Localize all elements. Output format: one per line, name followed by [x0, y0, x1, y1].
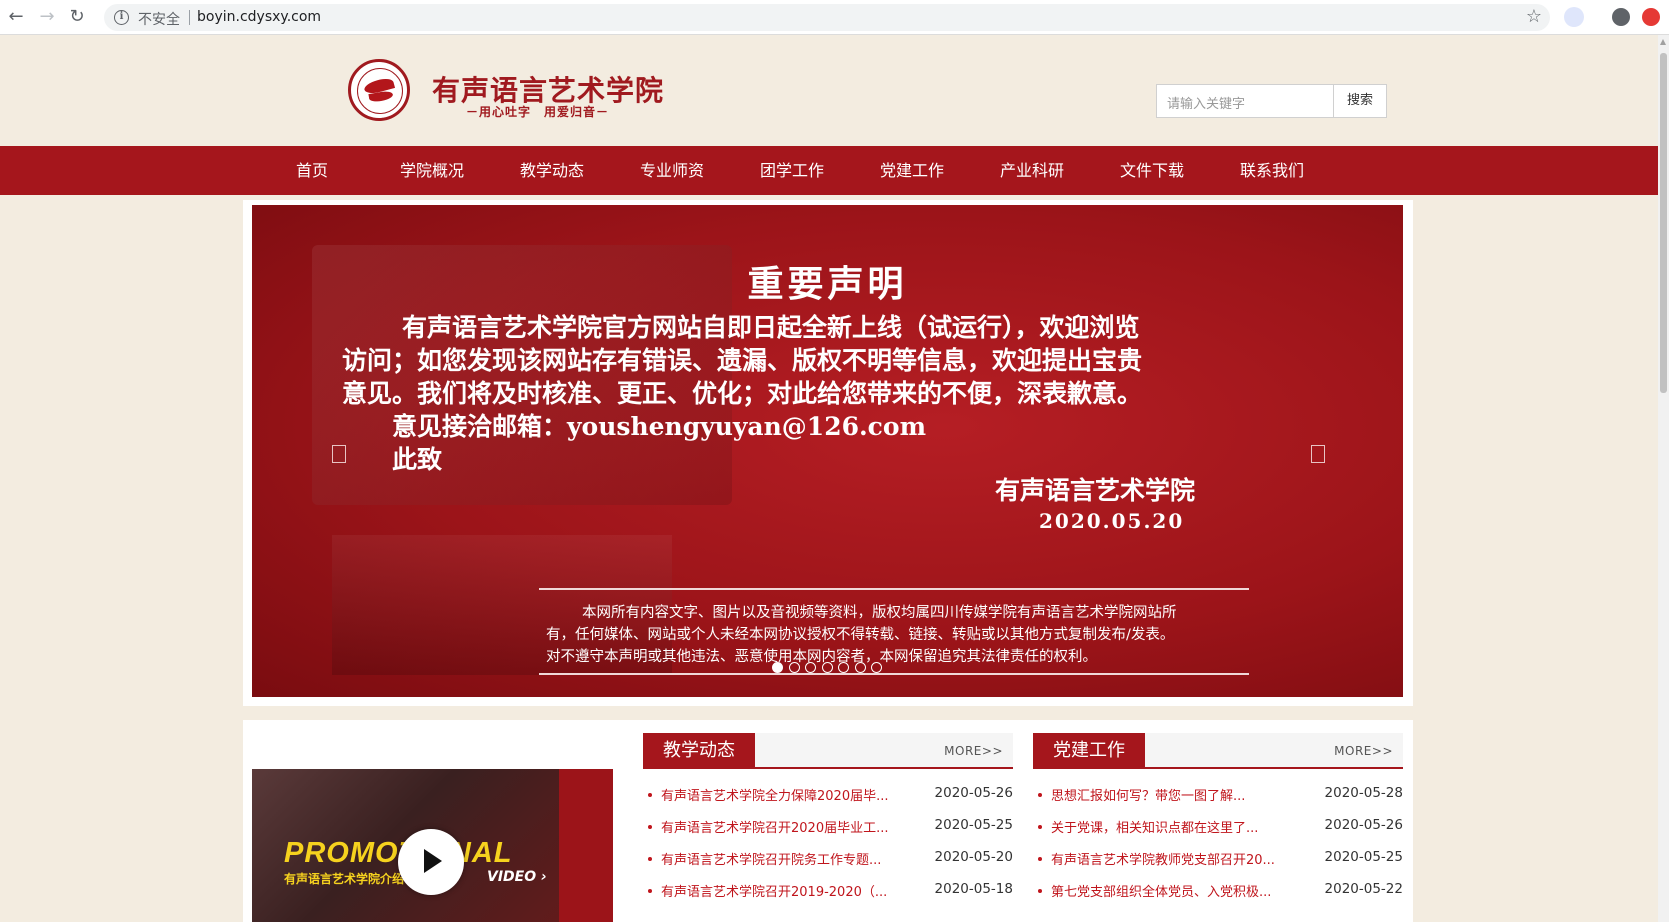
teaching-news-panel: 教学动态 MORE>> 有声语言艺术学院全力保障2020届毕... 2020-0… — [643, 733, 1013, 922]
news-title[interactable]: 有声语言艺术学院教师党支部召开20... — [1051, 849, 1275, 868]
news-date: 2020-05-20 — [934, 849, 1013, 865]
news-title[interactable]: 有声语言艺术学院召开2019-2020（... — [661, 881, 887, 900]
banner-fine-print: 有，任何媒体、网站或个人未经本网协议授权不得转载、链接、转贴或以其他方式复制发布… — [546, 627, 1175, 643]
banner-signature: 有声语言艺术学院 — [995, 476, 1196, 505]
bullet — [648, 793, 652, 797]
nav-item-faculty[interactable]: 专业师资 — [622, 146, 722, 195]
scrollbar-thumb[interactable] — [1660, 53, 1667, 393]
scroll-up-icon[interactable] — [1660, 39, 1666, 45]
star-icon[interactable]: ☆ — [1526, 6, 1542, 27]
slide-indicators — [772, 658, 888, 673]
bullet — [1038, 825, 1042, 829]
slide-dot[interactable] — [805, 662, 816, 673]
address-bar[interactable]: i 不安全 boyin.cdysxy.com ☆ — [104, 4, 1550, 31]
promo-video[interactable]: PROMOTIONAL 有声语言艺术学院介绍 VIDEO › — [252, 769, 613, 922]
banner-rule — [539, 673, 1249, 675]
news-date: 2020-05-18 — [934, 881, 1013, 897]
nav-item-about[interactable]: 学院概况 — [382, 146, 482, 195]
video-tag: VIDEO › — [487, 869, 547, 885]
news-date: 2020-05-22 — [1324, 881, 1403, 897]
bullet — [648, 857, 652, 861]
news-item[interactable]: 有声语言艺术学院召开2019-2020（... 2020-05-18 — [643, 881, 1013, 901]
slide-dot[interactable] — [854, 662, 866, 673]
nav-item-contact[interactable]: 联系我们 — [1222, 146, 1322, 195]
slide-dot[interactable] — [821, 662, 833, 673]
news-title[interactable]: 有声语言艺术学院召开院务工作专题... — [661, 849, 881, 868]
search-input[interactable]: 请输入关键字 — [1156, 84, 1334, 118]
reload-icon[interactable]: ↻ — [65, 5, 89, 29]
account-icon[interactable] — [1612, 8, 1630, 26]
panel-title[interactable]: 党建工作 — [1033, 733, 1145, 769]
main-nav: 首页 学院概况 教学动态 专业师资 团学工作 党建工作 产业科研 文件下载 联系… — [0, 146, 1658, 195]
banner-fine-print: 本网所有内容文字、图片以及音视频等资料，版权均属四川传媒学院有声语言艺术学院网站… — [582, 605, 1177, 621]
next-arrow-icon[interactable] — [1311, 445, 1325, 463]
news-item[interactable]: 有声语言艺术学院教师党支部召开20... 2020-05-25 — [1033, 849, 1403, 869]
nav-item-student-work[interactable]: 团学工作 — [742, 146, 842, 195]
nav-item-home[interactable]: 首页 — [262, 146, 362, 195]
panel-header: 党建工作 MORE>> — [1033, 733, 1403, 769]
banner-email-line: 意见接洽邮箱：youshengyuyan@126.com — [392, 412, 927, 441]
browser-toolbar: ← → ↻ i 不安全 boyin.cdysxy.com ☆ — [0, 0, 1669, 35]
news-date: 2020-05-25 — [1324, 849, 1403, 865]
news-title[interactable]: 思想汇报如何写？带您一图了解... — [1051, 785, 1245, 804]
play-icon[interactable] — [398, 829, 464, 895]
video-subtitle: 有声语言艺术学院介绍 — [284, 872, 405, 886]
news-item[interactable]: 有声语言艺术学院召开院务工作专题... 2020-05-20 — [643, 849, 1013, 869]
bullet — [648, 825, 652, 829]
red-extension-icon[interactable] — [1642, 8, 1660, 26]
bird-extension-icon[interactable] — [1564, 7, 1584, 27]
banner-rule — [539, 588, 1249, 590]
video-stripe — [559, 769, 613, 922]
page-scrollbar[interactable] — [1658, 35, 1669, 922]
slide-dot[interactable] — [788, 662, 800, 673]
announcement-banner[interactable]: 重要声明 有声语言艺术学院官方网站自即日起全新上线（试运行），欢迎浏览 访问；如… — [252, 205, 1403, 697]
slide-dot[interactable] — [871, 662, 882, 673]
news-date: 2020-05-26 — [1324, 817, 1403, 833]
news-item[interactable]: 有声语言艺术学院召开2020届毕业工... 2020-05-25 — [643, 817, 1013, 837]
party-work-panel: 党建工作 MORE>> 思想汇报如何写？带您一图了解... 2020-05-28… — [1033, 733, 1403, 922]
url-text[interactable]: boyin.cdysxy.com — [197, 9, 321, 25]
banner-date: 2020.05.20 — [1039, 509, 1185, 533]
divider — [189, 10, 190, 25]
more-link[interactable]: MORE>> — [944, 744, 1003, 758]
news-item[interactable]: 思想汇报如何写？带您一图了解... 2020-05-28 — [1033, 785, 1403, 805]
news-date: 2020-05-26 — [934, 785, 1013, 801]
news-title[interactable]: 有声语言艺术学院召开2020届毕业工... — [661, 817, 888, 836]
info-icon[interactable]: i — [114, 10, 129, 25]
banner-line: 有声语言艺术学院官方网站自即日起全新上线（试运行），欢迎浏览 — [402, 313, 1140, 342]
prev-arrow-icon[interactable] — [332, 445, 346, 463]
bullet — [1038, 857, 1042, 861]
banner-line: 访问；如您发现该网站存有错误、遗漏、版权不明等信息，欢迎提出宝贵 — [342, 346, 1143, 375]
more-link[interactable]: MORE>> — [1334, 744, 1393, 758]
bullet — [1038, 793, 1042, 797]
bullet — [1038, 889, 1042, 893]
banner-title: 重要声明 — [747, 263, 908, 305]
slide-dot[interactable] — [838, 662, 849, 673]
site-slogan: －用心吐字 用爱归音－ — [466, 105, 610, 119]
nav-item-teaching[interactable]: 教学动态 — [502, 146, 602, 195]
news-item[interactable]: 有声语言艺术学院全力保障2020届毕... 2020-05-26 — [643, 785, 1013, 805]
banner-closing: 此致 — [392, 445, 443, 474]
news-title[interactable]: 关于党课，相关知识点都在这里了... — [1051, 817, 1258, 836]
site-header: 有声语言艺术学院 －用心吐字 用爱归音－ 请输入关键字 搜索 — [0, 35, 1658, 146]
panel-header: 教学动态 MORE>> — [643, 733, 1013, 769]
arrow-right-icon[interactable]: → — [35, 5, 59, 29]
security-label: 不安全 — [138, 12, 180, 28]
news-title[interactable]: 有声语言艺术学院全力保障2020届毕... — [661, 785, 888, 804]
search-button[interactable]: 搜索 — [1334, 84, 1387, 118]
nav-item-downloads[interactable]: 文件下载 — [1102, 146, 1202, 195]
news-title[interactable]: 第七党支部组织全体党员、入党积极... — [1051, 881, 1271, 900]
arrow-left-icon[interactable]: ← — [4, 5, 28, 29]
news-item[interactable]: 关于党课，相关知识点都在这里了... 2020-05-26 — [1033, 817, 1403, 837]
nav-item-party[interactable]: 党建工作 — [862, 146, 962, 195]
bullet — [648, 889, 652, 893]
nav-item-research[interactable]: 产业科研 — [982, 146, 1082, 195]
news-date: 2020-05-28 — [1324, 785, 1403, 801]
news-item[interactable]: 第七党支部组织全体党员、入党积极... 2020-05-22 — [1033, 881, 1403, 901]
news-date: 2020-05-25 — [934, 817, 1013, 833]
banner-line: 意见。我们将及时核准、更正、优化；对此给您带来的不便，深表歉意。 — [342, 379, 1143, 408]
slide-dot[interactable] — [772, 662, 783, 673]
panel-title[interactable]: 教学动态 — [643, 733, 755, 769]
school-seal-logo[interactable] — [348, 59, 410, 121]
